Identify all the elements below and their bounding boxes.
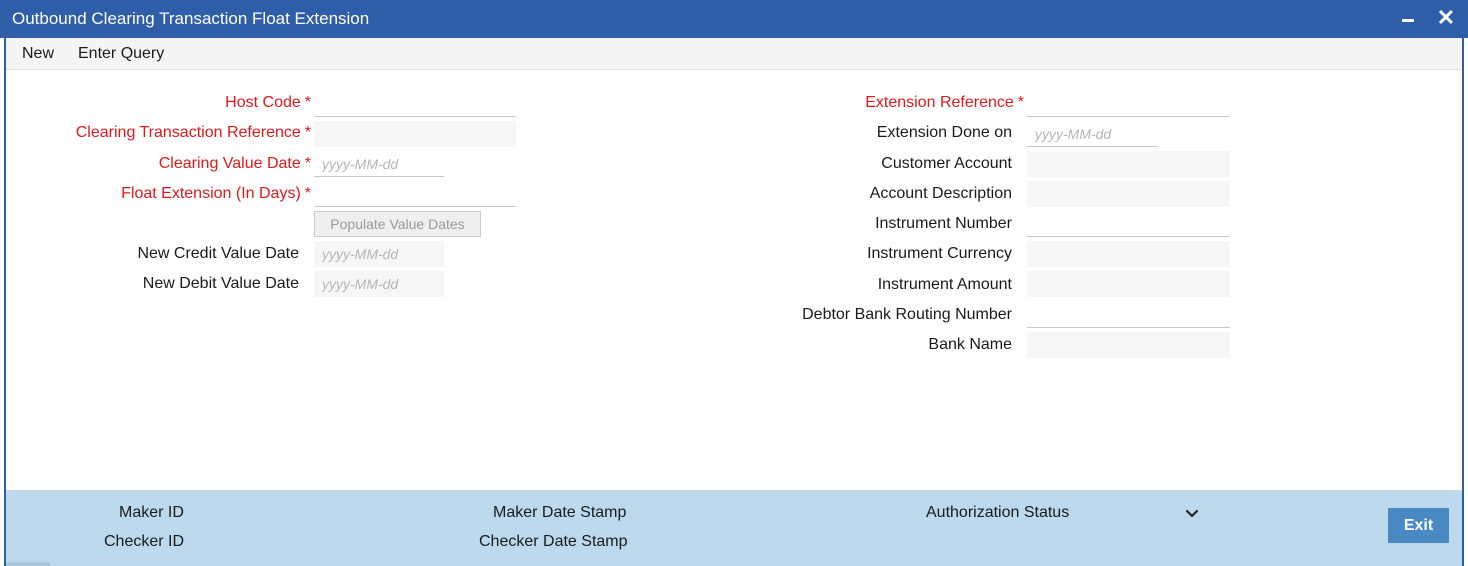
checker-date-stamp-label: Checker Date Stamp <box>479 533 628 550</box>
instrument-amount-field[interactable] <box>1027 271 1230 297</box>
minimize-icon[interactable] <box>1396 6 1420 30</box>
new-debit-value-date-label: New Debit Value Date <box>142 275 299 292</box>
window-border-left <box>4 38 6 566</box>
instrument-currency-label: Instrument Currency <box>867 245 1012 262</box>
authorization-status-label: Authorization Status <box>926 504 1070 521</box>
new-debit-value-date-field[interactable] <box>314 271 444 297</box>
extension-reference-label: Extension Reference * <box>865 94 1024 111</box>
host-code-field[interactable] <box>314 91 516 117</box>
float-extension-days-field[interactable] <box>314 181 516 207</box>
window-titlebar: Outbound Clearing Transaction Float Exte… <box>0 0 1468 38</box>
exit-button[interactable]: Exit <box>1388 508 1449 543</box>
instrument-number-field[interactable] <box>1027 211 1230 237</box>
populate-value-dates-button[interactable]: Populate Value Dates <box>314 211 481 237</box>
menu-new[interactable]: New <box>22 45 54 63</box>
maker-date-stamp-label: Maker Date Stamp <box>493 504 627 521</box>
host-code-label: Host Code * <box>225 94 311 111</box>
clearing-transaction-reference-field[interactable] <box>314 121 516 147</box>
debtor-bank-routing-number-field[interactable] <box>1027 302 1230 328</box>
extension-done-on-label: Extension Done on <box>876 124 1012 141</box>
new-credit-value-date-label: New Credit Value Date <box>137 245 299 262</box>
customer-account-field[interactable] <box>1027 151 1230 177</box>
menu-bar: New Enter Query <box>6 38 1462 70</box>
clearing-value-date-field[interactable] <box>314 151 444 177</box>
account-description-label: Account Description <box>869 185 1012 202</box>
audit-footer <box>6 490 1462 566</box>
instrument-number-label: Instrument Number <box>875 215 1012 232</box>
customer-account-label: Customer Account <box>881 155 1012 172</box>
new-credit-value-date-field[interactable] <box>314 241 444 267</box>
close-icon[interactable]: ✕ <box>1434 6 1458 30</box>
bank-name-label: Bank Name <box>928 336 1012 353</box>
footer-corner-tab <box>6 562 50 566</box>
bank-name-field[interactable] <box>1027 332 1230 358</box>
instrument-amount-label: Instrument Amount <box>877 276 1012 293</box>
chevron-down-icon[interactable] <box>1180 501 1204 525</box>
extension-reference-field[interactable] <box>1027 91 1230 117</box>
account-description-field[interactable] <box>1027 181 1230 207</box>
debtor-bank-routing-number-label: Debtor Bank Routing Number <box>802 306 1012 323</box>
checker-id-label: Checker ID <box>104 533 185 550</box>
instrument-currency-field[interactable] <box>1027 241 1230 267</box>
window-border-right <box>1462 38 1464 566</box>
extension-done-on-field[interactable] <box>1027 121 1158 147</box>
clearing-transaction-reference-label: Clearing Transaction Reference * <box>75 124 311 141</box>
clearing-value-date-label: Clearing Value Date * <box>158 155 311 172</box>
float-extension-days-label: Float Extension (In Days) * <box>121 185 311 202</box>
window-title: Outbound Clearing Transaction Float Exte… <box>12 9 370 28</box>
maker-id-label: Maker ID <box>119 504 184 521</box>
menu-enter-query[interactable]: Enter Query <box>78 45 164 63</box>
